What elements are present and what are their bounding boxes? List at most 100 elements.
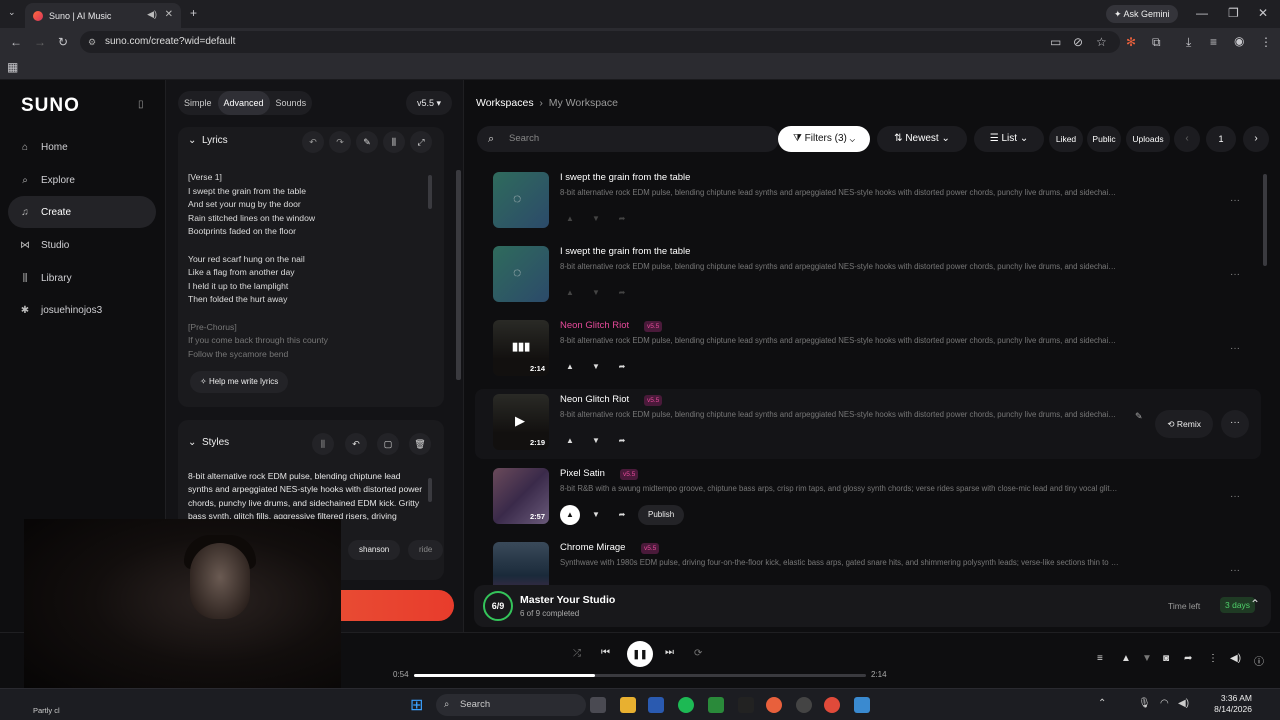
wifi-icon[interactable]: ◠ (1160, 698, 1169, 709)
queue-icon[interactable]: ≡ (1097, 653, 1103, 664)
minimize-icon[interactable]: — (1196, 6, 1208, 20)
volume-icon[interactable]: ◀) (1230, 653, 1241, 664)
page-number[interactable]: 1 (1206, 126, 1236, 152)
like-icon[interactable]: ▲ (560, 357, 580, 377)
more-icon[interactable]: ⋮ (1208, 653, 1218, 664)
store-icon[interactable] (648, 697, 664, 713)
download-icon[interactable]: ⤓ (1186, 35, 1191, 50)
style-chip[interactable]: ride (408, 540, 444, 560)
browser-tab[interactable]: Suno | AI Music ◀) ✕ (25, 3, 181, 28)
close-tab-icon[interactable]: ✕ (165, 9, 173, 20)
site-info-icon[interactable]: ⚙ (88, 31, 96, 53)
song-thumbnail[interactable]: ▶ 2:19 (493, 394, 549, 450)
song-thumbnail[interactable]: 2:57 (493, 468, 549, 524)
lyrics-scrollbar[interactable] (428, 175, 432, 209)
trash-icon[interactable]: 🗑 (409, 433, 431, 455)
like-icon[interactable]: ▲ (560, 505, 580, 525)
sidebar-item-studio[interactable]: ⋈ Studio (8, 229, 156, 261)
tray-chevron-icon[interactable]: ⌃ (1098, 698, 1106, 709)
taskbar-search[interactable]: ⌕ Search (436, 694, 586, 716)
maximize-icon[interactable]: ❐ (1228, 6, 1239, 20)
play-icon[interactable]: ▶ (515, 413, 525, 429)
pause-button[interactable]: ❚❚ (627, 641, 653, 667)
style-chip[interactable]: shanson (348, 540, 401, 560)
speaker-tray-icon[interactable]: ◀) (1178, 698, 1189, 709)
next-page-button[interactable]: › (1243, 126, 1269, 152)
sidebar-item-home[interactable]: ⌂ Home (8, 131, 156, 163)
song-title[interactable]: Neon Glitch Riot (560, 394, 629, 405)
filter-liked-button[interactable]: Liked (1049, 126, 1083, 152)
url-field[interactable]: ⚙ suno.com/create?wid=default (80, 31, 1120, 53)
sidebar-item-create[interactable]: ♫ Create (8, 196, 156, 228)
browser-menu-icon[interactable]: ⋮ (1260, 35, 1272, 49)
song-title[interactable]: I swept the grain from the table (560, 172, 690, 183)
copy-icon[interactable]: ▢ (377, 433, 399, 455)
forward-icon[interactable]: → (34, 35, 46, 49)
styles-scrollbar[interactable] (428, 478, 432, 502)
steam-icon[interactable] (796, 697, 812, 713)
like-icon[interactable]: ▲ (560, 283, 580, 303)
styles-header[interactable]: ⌄ Styles (188, 437, 229, 448)
like-icon[interactable]: ▲ (1121, 653, 1131, 664)
windows-start-icon[interactable]: ⊞ (410, 695, 423, 715)
extension-icon[interactable]: ✻ (1126, 35, 1136, 49)
create-panel-scrollbar[interactable] (456, 170, 461, 380)
song-thumbnail[interactable]: ◌ (493, 172, 549, 228)
spotify-icon[interactable] (678, 697, 694, 713)
epic-games-icon[interactable] (738, 697, 754, 713)
edit-icon[interactable]: ✎ (356, 131, 378, 153)
reload-icon[interactable]: ↻ (58, 35, 68, 49)
view-dropdown[interactable]: ☰ List ⌄ (974, 126, 1044, 152)
song-thumbnail[interactable]: ◌ (493, 246, 549, 302)
song-thumbnail[interactable]: ▮▮▮ 2:14 (493, 320, 549, 376)
breadcrumb-workspaces[interactable]: Workspaces (476, 97, 534, 109)
notepad-icon[interactable] (854, 697, 870, 713)
weather-widget[interactable]: Partly cl (33, 706, 60, 715)
claude-icon[interactable] (766, 697, 782, 713)
apps-grid-icon[interactable]: ▦ (7, 60, 18, 74)
seek-bar[interactable] (414, 674, 866, 677)
remix-button[interactable]: ⟲ Remix (1155, 410, 1213, 438)
mode-advanced-tab[interactable]: Advanced (217, 91, 270, 115)
help-write-lyrics-button[interactable]: ✧ Help me write lyrics (190, 371, 289, 393)
share-icon[interactable]: ➦ (612, 283, 632, 303)
dislike-icon[interactable]: ▼ (586, 283, 606, 303)
new-tab-icon[interactable]: + (190, 6, 197, 20)
share-icon[interactable]: ➦ (612, 357, 632, 377)
next-track-icon[interactable]: ⏭ (665, 647, 674, 658)
microphone-icon[interactable]: 🎙 (1138, 698, 1151, 709)
profile-avatar-icon[interactable]: ◉ (1234, 34, 1244, 48)
task-view-icon[interactable] (590, 697, 606, 713)
styles-undo-icon[interactable]: ↶ (345, 433, 367, 455)
more-options-button[interactable]: ··· (1221, 188, 1249, 216)
tab-list-icon[interactable]: ⌄ (8, 7, 16, 18)
song-row[interactable]: Chrome Mirage v5.5 Synthwave with 1980s … (475, 537, 1261, 585)
filter-public-button[interactable]: Public (1087, 126, 1121, 152)
share-icon[interactable]: ➦ (612, 505, 632, 525)
dislike-icon[interactable]: ▼ (1142, 653, 1152, 664)
lyrics-library-icon[interactable]: ⫼ (383, 131, 405, 153)
like-icon[interactable]: ▲ (560, 209, 580, 229)
share-icon[interactable]: ➦ (612, 431, 632, 451)
workspace-scrollbar[interactable] (1263, 174, 1267, 266)
more-options-button[interactable]: ··· (1221, 410, 1249, 438)
mode-simple-tab[interactable]: Simple (178, 91, 218, 115)
dislike-icon[interactable]: ▼ (586, 431, 606, 451)
collapse-chevron-icon[interactable]: ⌃ (1250, 597, 1260, 611)
share-icon[interactable]: ➦ (1184, 653, 1192, 664)
song-title[interactable]: I swept the grain from the table (560, 246, 690, 257)
file-explorer-icon[interactable] (620, 697, 636, 713)
collapse-sidebar-icon[interactable]: ▯ (138, 99, 144, 110)
dislike-icon[interactable]: ▼ (586, 505, 606, 525)
comment-icon[interactable]: ◙ (1163, 653, 1169, 664)
dislike-icon[interactable]: ▼ (586, 209, 606, 229)
song-row[interactable]: 2:57 Pixel Satin v5.5 8-bit R&B with a s… (475, 463, 1261, 533)
lyrics-textarea[interactable]: [Verse 1] I swept the grain from the tab… (188, 171, 418, 361)
sidebar-item-library[interactable]: ⫼ Library (8, 262, 156, 294)
filters-button[interactable]: ⧩ Filters (3) ⌄ (778, 126, 870, 152)
previous-track-icon[interactable]: ⏮ (601, 647, 610, 658)
bookmark-star-icon[interactable]: ☆ (1096, 35, 1107, 49)
filter-uploads-button[interactable]: Uploads (1126, 126, 1170, 152)
more-options-button[interactable]: ··· (1221, 336, 1249, 364)
styles-library-icon[interactable]: ⫼ (312, 433, 334, 455)
